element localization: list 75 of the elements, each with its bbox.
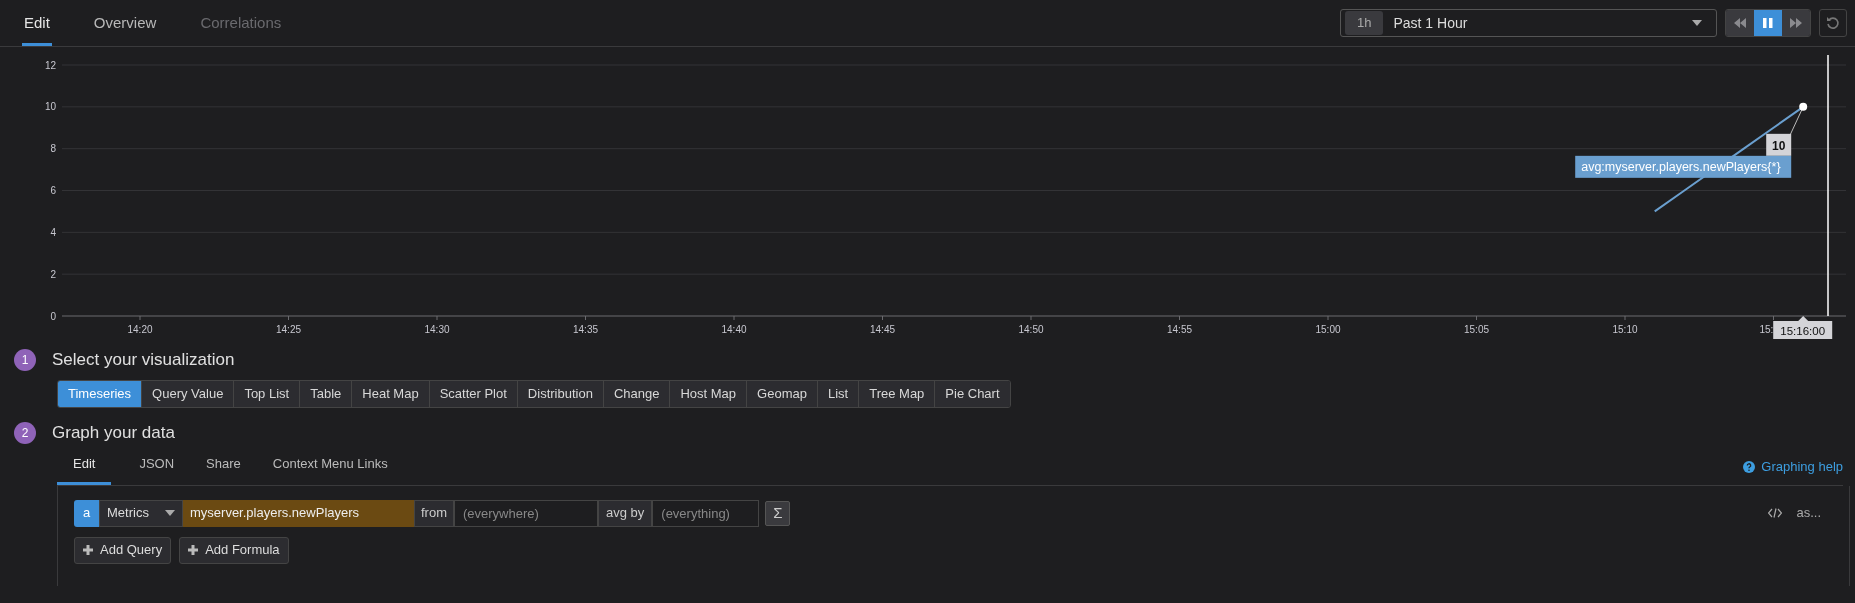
x-tick-label: 14:45 [870, 324, 895, 335]
x-tick-label: 14:55 [1167, 324, 1192, 335]
undo-icon [1826, 16, 1840, 30]
avg-by-label: avg by [598, 499, 653, 527]
forward-button[interactable] [1782, 10, 1810, 36]
y-tick-label: 8 [50, 143, 56, 155]
y-tick-label: 2 [50, 268, 56, 280]
graph-tab[interactable]: Edit [57, 454, 112, 485]
add-button[interactable]: Add Formula [179, 536, 289, 564]
step-title: Select your visualization [52, 349, 235, 372]
add-button[interactable]: Add Query [74, 536, 172, 564]
fast-forward-icon [1789, 17, 1803, 29]
y-tick-label: 10 [44, 101, 56, 113]
x-tick-label: 14:40 [721, 324, 747, 335]
x-tick-label: 14:25 [276, 324, 301, 335]
query-letter: a [74, 499, 99, 527]
pause-button[interactable] [1754, 10, 1782, 36]
series-label: avg:myserver.players.newPlayers{*} [1581, 160, 1781, 175]
x-tick-label: 14:20 [127, 324, 153, 335]
step-number: 2 [14, 422, 36, 444]
visualization-option[interactable]: Host Map [670, 381, 748, 407]
from-label: from [414, 499, 454, 527]
graphing-help-link[interactable]: Graphing help [1743, 457, 1843, 485]
group-by-field[interactable]: (everything) [652, 499, 760, 527]
x-tick-label: 15:10 [1612, 324, 1638, 335]
code-icon[interactable] [1768, 508, 1783, 518]
visualization-option[interactable]: Geomap [747, 381, 818, 407]
visualization-option[interactable]: Heat Map [352, 381, 430, 407]
rewind-icon [1733, 17, 1747, 29]
reset-button[interactable] [1819, 9, 1847, 37]
time-range-label: Past 1 Hour [1393, 13, 1469, 33]
step-number: 1 [14, 349, 36, 371]
caret-icon [1692, 20, 1702, 26]
visualization-option[interactable]: Pie Chart [935, 381, 1010, 407]
x-tick-label: 15: [1759, 324, 1774, 335]
time-tooltip: 15:16:00 [1773, 316, 1833, 339]
graph-tab[interactable]: Context Menu Links [256, 454, 404, 485]
graph-tab[interactable]: JSON [123, 454, 191, 485]
series-tooltip: avg:myserver.players.newPlayers{*} [1575, 155, 1792, 178]
visualization-option[interactable]: Distribution [517, 381, 604, 407]
visualization-option[interactable]: List [817, 381, 860, 407]
visualization-option[interactable]: Tree Map [859, 381, 936, 407]
x-tick-label: 15:05 [1464, 324, 1489, 335]
graph-tab[interactable]: Share [190, 454, 257, 485]
source-dropdown[interactable]: Metrics [99, 499, 183, 527]
rewind-button[interactable] [1726, 10, 1754, 36]
visualization-option[interactable]: Change [603, 381, 671, 407]
metric-field[interactable]: myserver.players.newPlayers [183, 499, 414, 527]
y-tick-label: 6 [50, 185, 56, 196]
x-tick-label: 14:50 [1018, 324, 1044, 335]
scope-field[interactable]: (everywhere) [454, 499, 598, 527]
visualization-option[interactable]: Table [300, 381, 353, 407]
tab[interactable]: Edit [22, 0, 52, 46]
time-range-dropdown[interactable]: 1h Past 1 Hour [1340, 9, 1717, 37]
y-tick-label: 12 [44, 59, 56, 71]
help-icon [1743, 460, 1756, 473]
x-tick-label: 14:35 [573, 324, 598, 335]
plus-icon [188, 545, 199, 555]
visualization-option[interactable]: Scatter Plot [429, 381, 518, 407]
y-tick-label: 4 [50, 226, 56, 238]
pause-icon [1761, 17, 1775, 29]
time-badge: 1h [1345, 11, 1384, 35]
visualization-option[interactable]: Top List [234, 381, 301, 407]
function-button[interactable]: Σ [765, 500, 791, 526]
data-point [1799, 102, 1808, 111]
y-tick-label: 0 [50, 310, 56, 322]
x-tick-label: 15:00 [1315, 324, 1341, 335]
caret-icon [165, 510, 175, 516]
plus-icon [83, 545, 93, 555]
step-title: Graph your data [52, 422, 175, 445]
tab[interactable]: Overview [91, 0, 159, 46]
visualization-option[interactable]: Query Value [142, 381, 235, 407]
x-tick-label: 14:30 [424, 324, 450, 335]
more-text[interactable]: as... [1796, 503, 1821, 523]
value-tooltip: 10 [1766, 133, 1792, 156]
